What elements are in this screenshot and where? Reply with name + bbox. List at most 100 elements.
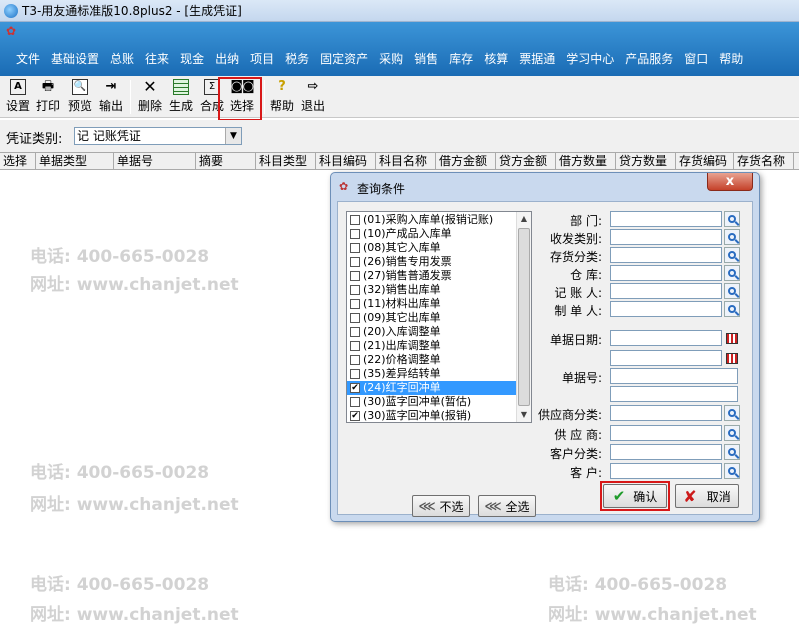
doc-type-item[interactable]: (26)销售专用发票 [347,255,517,269]
menu-item[interactable]: 窗口 [684,50,708,67]
grid-column-header[interactable]: 科目类型 [256,153,316,170]
doc-type-checkbox[interactable] [350,271,360,281]
menu-item[interactable]: 采购 [379,50,403,67]
maker-input[interactable] [610,301,722,317]
department-input[interactable] [610,211,722,227]
menu-item[interactable]: 基础设置 [51,50,99,67]
menu-item[interactable]: 学习中心 [566,50,614,67]
doc-type-checkbox[interactable] [350,341,360,351]
grid-column-header[interactable]: 单据号 [114,153,196,170]
doc-type-checkbox[interactable] [350,229,360,239]
doc-type-item[interactable]: (21)出库调整单 [347,339,517,353]
menu-item[interactable]: 总账 [110,50,134,67]
menu-item[interactable]: 库存 [449,50,473,67]
export-button[interactable]: ⇥ 输出 [97,78,125,116]
print-button[interactable]: 🖶 打印 [34,78,62,116]
doc-type-item[interactable]: (35)差异结转单 [347,367,517,381]
doc-type-checkbox[interactable] [350,369,360,379]
menu-item[interactable]: 票据通 [519,50,555,67]
doc-type-item[interactable]: (11)材料出库单 [347,297,517,311]
preview-button[interactable]: 🔍 预览 [66,78,94,116]
app-menu-icon[interactable]: ✿ [6,24,22,38]
grid-column-header[interactable]: 单据类型 [36,153,114,170]
menu-item[interactable]: 产品服务 [625,50,673,67]
menu-item[interactable]: 往来 [145,50,169,67]
receive-type-input[interactable] [610,229,722,245]
bookkeeper-input[interactable] [610,283,722,299]
doc-type-item[interactable]: (01)采购入库单(报销记账) [347,213,517,227]
grid-column-header[interactable]: 科目编码 [316,153,376,170]
grid-column-header[interactable]: 科目名称 [376,153,436,170]
doc-type-checkbox[interactable] [350,243,360,253]
customer-search-icon[interactable] [724,463,740,479]
chevron-down-icon[interactable]: ▼ [225,128,241,144]
warehouse-input[interactable] [610,265,722,281]
help-button[interactable]: ? 帮助 [268,78,296,116]
grid-column-header[interactable]: 存货名称 [734,153,794,170]
doc-type-checkbox[interactable] [350,215,360,225]
grid-column-header[interactable]: 贷方数量 [616,153,676,170]
doc-type-checkbox[interactable]: ✔ [350,411,360,421]
calendar-icon[interactable] [724,350,740,366]
settings-button[interactable]: A 设置 [4,78,32,116]
doc-type-checkbox[interactable] [350,285,360,295]
doc-list-scrollbar[interactable]: ▲ ▼ [516,212,531,422]
doc-type-checkbox[interactable] [350,397,360,407]
menu-item[interactable]: 核算 [484,50,508,67]
supplier-class-input[interactable] [610,405,722,421]
doc-date-end-input[interactable] [610,350,722,366]
grid-column-header[interactable]: 摘要 [196,153,256,170]
doc-no-start-input[interactable] [610,368,738,384]
doc-no-end-input[interactable] [610,386,738,402]
supplier-class-search-icon[interactable] [724,405,740,421]
receive-type-search-icon[interactable] [724,229,740,245]
doc-type-item[interactable]: (32)销售出库单 [347,283,517,297]
customer-class-input[interactable] [610,444,722,460]
doc-type-checkbox[interactable] [350,355,360,365]
customer-input[interactable] [610,463,722,479]
inventory-class-input[interactable] [610,247,722,263]
doc-type-item[interactable]: ✔ (24)红字回冲单 [347,381,517,395]
menu-item[interactable]: 文件 [16,50,40,67]
doc-type-item[interactable]: (27)销售普通发票 [347,269,517,283]
warehouse-search-icon[interactable] [724,265,740,281]
doc-type-checkbox[interactable] [350,257,360,267]
doc-type-checkbox[interactable] [350,313,360,323]
scroll-thumb[interactable] [518,228,530,406]
deselect-all-button[interactable]: ⋘ 不选 [412,495,470,517]
select-all-button[interactable]: ⋘ 全选 [478,495,536,517]
grid-column-header[interactable]: 选择 [0,153,36,170]
supplier-search-icon[interactable] [724,425,740,441]
menu-item[interactable]: 销售 [414,50,438,67]
doc-type-checkbox[interactable] [350,327,360,337]
doc-type-item[interactable]: ✔ (30)蓝字回冲单(报销) [347,409,517,422]
menu-item[interactable]: 出纳 [215,50,239,67]
close-icon[interactable]: x [707,173,753,191]
doc-type-item[interactable]: (10)产成品入库单 [347,227,517,241]
doc-type-checkbox[interactable]: ✔ [350,383,360,393]
customer-class-search-icon[interactable] [724,444,740,460]
doc-type-item[interactable]: (08)其它入库单 [347,241,517,255]
calendar-icon[interactable] [724,330,740,346]
supplier-input[interactable] [610,425,722,441]
grid-column-header[interactable]: 贷方金额 [496,153,556,170]
doc-type-item[interactable]: (22)价格调整单 [347,353,517,367]
menu-item[interactable]: 税务 [285,50,309,67]
doc-type-item[interactable]: (20)入库调整单 [347,325,517,339]
menu-item[interactable]: 固定资产 [320,50,368,67]
menu-item[interactable]: 项目 [250,50,274,67]
bookkeeper-search-icon[interactable] [724,283,740,299]
grid-column-header[interactable]: 存货编码 [676,153,734,170]
menu-item[interactable]: 帮助 [719,50,743,67]
exit-button[interactable]: ⇨ 退出 [299,78,327,116]
department-search-icon[interactable] [724,211,740,227]
doc-type-item[interactable]: (09)其它出库单 [347,311,517,325]
doc-type-item[interactable]: (30)蓝字回冲单(暂估) [347,395,517,409]
grid-column-header[interactable]: 借方数量 [556,153,616,170]
cancel-button[interactable]: ✘ 取消 [675,484,739,508]
maker-search-icon[interactable] [724,301,740,317]
voucher-type-select[interactable]: 记 记账凭证 ▼ [74,127,242,145]
doc-type-checkbox[interactable] [350,299,360,309]
grid-column-header[interactable]: 借方金额 [436,153,496,170]
delete-button[interactable]: ✕ 删除 [136,78,164,116]
